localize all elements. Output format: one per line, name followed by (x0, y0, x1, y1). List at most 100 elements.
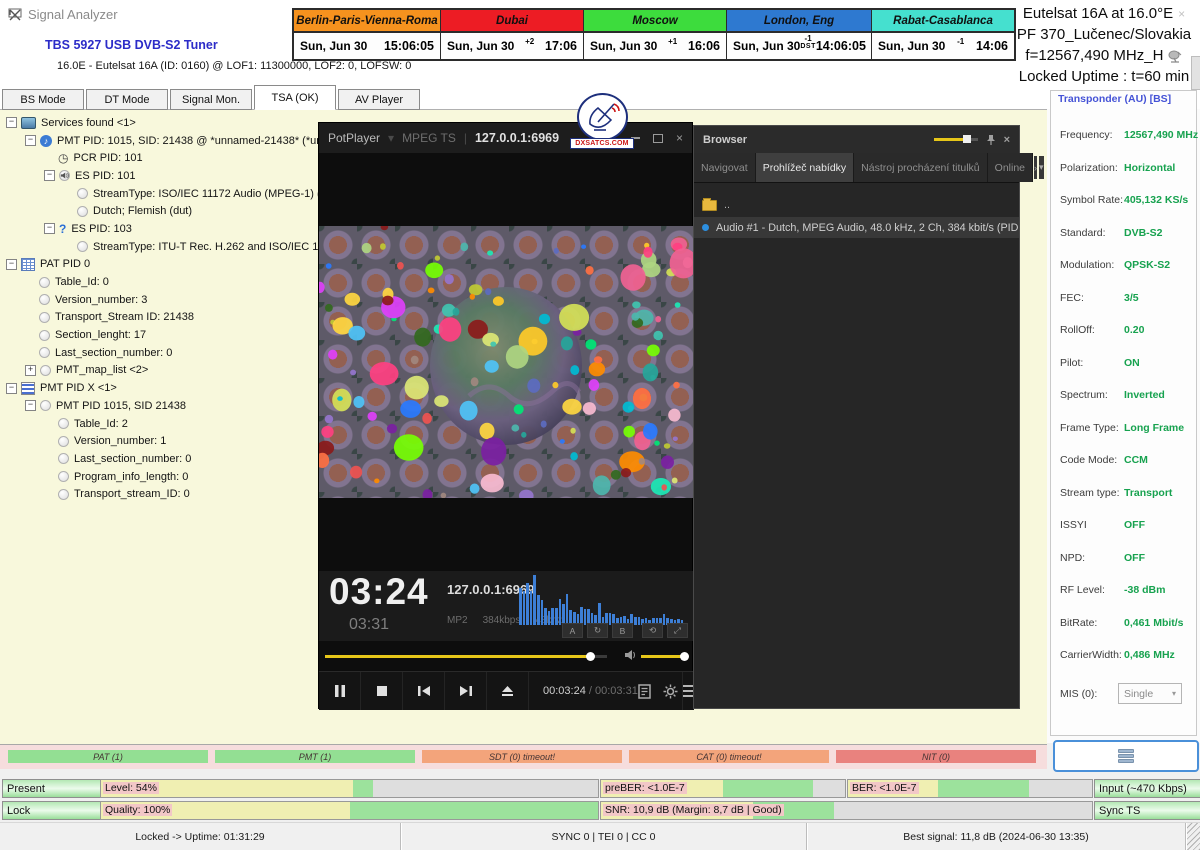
potplayer-titlebar[interactable]: PotPlayer ▾ MPEG TS | 127.0.0.1:6969 × (319, 123, 692, 153)
audio-track-item[interactable]: Audio #1 - Dutch, MPEG Audio, 48.0 kHz, … (694, 217, 1019, 238)
close-icon[interactable]: × (1178, 7, 1185, 21)
tab-bs-mode[interactable]: BS Mode (2, 89, 84, 110)
meter-fill (723, 780, 813, 797)
tree-item[interactable]: −♪PMT PID: 1015, SID: 21438 @ *unnamed-2… (4, 132, 318, 150)
loop-icon[interactable]: ⟲ (642, 623, 663, 638)
seek-thumb[interactable] (586, 652, 595, 661)
app-title-text: Signal Analyzer (28, 7, 118, 22)
gear-icon[interactable] (663, 684, 678, 699)
tree-item[interactable]: −PMT PID X <1> (4, 379, 318, 397)
tab-dt-mode[interactable]: DT Mode (86, 89, 168, 110)
clock-1: DubaiSun, Jun 30+217:06 (441, 10, 584, 59)
tree-item[interactable]: StreamType: ITU-T Rec. H.262 and ISO/IEC… (4, 238, 318, 256)
expand-toggle[interactable]: − (6, 259, 17, 270)
snr-meter: SNR: 10,9 dB (Margin: 8,7 dB | Good) (600, 801, 1093, 820)
tab-av-player[interactable]: AV Player (338, 89, 420, 110)
tree-item[interactable]: Transport_stream_ID: 0 (4, 485, 318, 503)
dot-icon (77, 188, 88, 199)
opacity-slider[interactable] (934, 135, 978, 144)
tab-signal-mon-[interactable]: Signal Mon. (170, 89, 252, 110)
tree-item[interactable]: Dutch; Flemish (dut) (4, 202, 318, 220)
tree-item[interactable]: Program_info_length: 0 (4, 468, 318, 486)
close-icon[interactable]: × (1004, 134, 1010, 146)
repeat-b-button[interactable]: B (612, 623, 633, 638)
clock-time-row: Sun, Jun 3015:06:05 (294, 33, 440, 59)
field-label: Stream type: (1060, 487, 1124, 499)
expand-toggle[interactable]: − (25, 135, 36, 146)
expand-toggle[interactable]: − (44, 223, 55, 234)
clock-date: Sun, Jun 30 (300, 39, 367, 53)
ts-tool-button[interactable] (1053, 740, 1199, 772)
previous-button[interactable] (403, 672, 445, 710)
field-value: 3/5 (1124, 292, 1139, 304)
dxsatcs-logo-circle (577, 93, 628, 141)
video-dot (653, 331, 663, 341)
field-label: Frequency: (1060, 129, 1124, 141)
tree-item[interactable]: −?ES PID: 103 (4, 220, 318, 238)
browser-tab-online[interactable]: Online (988, 153, 1033, 182)
playlist-icon[interactable] (638, 684, 651, 699)
browser-tab-n-stroj-proch-zen-titulk-[interactable]: Nástroj procházení titulků (854, 153, 987, 182)
repeat-toggle-icon[interactable]: ↻ (587, 623, 608, 638)
expand-toggle[interactable]: − (6, 117, 17, 128)
browser-titlebar[interactable]: Browser × (694, 126, 1019, 153)
close-icon[interactable]: × (676, 131, 683, 145)
scrollbar-fragment[interactable] (1191, 56, 1200, 90)
expand-toggle[interactable]: − (6, 383, 17, 394)
expand-toggle[interactable]: − (44, 170, 55, 181)
video-dot (541, 421, 547, 428)
chevron-down-icon[interactable]: ▾ (388, 131, 394, 145)
tree-item[interactable]: Table_Id: 2 (4, 415, 318, 433)
tab-list-icon[interactable]: ▾ (1039, 156, 1044, 179)
tree-item[interactable]: Version_number: 1 (4, 432, 318, 450)
spectrum-bar (530, 591, 533, 625)
maximize-icon[interactable] (653, 134, 663, 143)
browser-tab-navigovat[interactable]: Navigovat (694, 153, 756, 182)
video-frame[interactable] (319, 226, 694, 498)
tree-item[interactable]: −Services found <1> (4, 114, 318, 132)
tree-item[interactable]: Table_Id: 0 (4, 273, 318, 291)
pause-button[interactable] (319, 672, 361, 710)
video-dot (490, 342, 496, 347)
tree-item[interactable]: Section_lenght: 17 (4, 326, 318, 344)
tree-item[interactable]: Transport_Stream ID: 21438 (4, 309, 318, 327)
tree-item[interactable]: −PMT PID 1015, SID 21438 (4, 397, 318, 415)
tree-item[interactable]: ◷PCR PID: 101 (4, 149, 318, 167)
resize-grip[interactable] (1187, 823, 1200, 850)
folder-up-item[interactable]: .. (694, 195, 1019, 215)
tree-item[interactable]: StreamType: ISO/IEC 11172 Audio (MPEG-1)… (4, 185, 318, 203)
video-dot (445, 274, 454, 284)
tab-scroll-right-icon[interactable]: › (1034, 156, 1037, 179)
video-dot (664, 443, 671, 448)
dot-icon (58, 436, 69, 447)
stop-button[interactable] (361, 672, 403, 710)
eject-button[interactable] (487, 672, 529, 710)
spectrum-bar (566, 594, 569, 625)
meter-label: Level: 54% (103, 782, 159, 794)
tree-item[interactable]: Last_section_number: 0 (4, 450, 318, 468)
tab-tsa-ok-[interactable]: TSA (OK) (254, 85, 336, 110)
expand-toggle[interactable]: − (25, 400, 36, 411)
tree-item-label: Dutch; Flemish (dut) (93, 205, 192, 217)
next-button[interactable] (445, 672, 487, 710)
pin-icon[interactable] (986, 134, 996, 145)
tree-item-label: PMT_map_list <2> (56, 364, 148, 376)
browser-tab-prohl-e-nab-dky[interactable]: Prohlížeč nabídky (756, 153, 854, 182)
tree-item[interactable]: −ES PID: 101 (4, 167, 318, 185)
mis-select[interactable]: Single ▾ (1118, 683, 1182, 704)
video-dot (586, 266, 594, 275)
tree-item[interactable]: + PMT_map_list <2> (4, 362, 318, 380)
tree-item[interactable]: Last_section_number: 0 (4, 344, 318, 362)
repeat-a-button[interactable]: A (562, 623, 583, 638)
video-dot (621, 264, 646, 291)
tree-item[interactable]: Version_number: 3 (4, 291, 318, 309)
speaker-icon[interactable] (624, 649, 637, 661)
video-dot (561, 336, 573, 350)
tree-item[interactable]: −PAT PID 0 (4, 256, 318, 274)
time-display: 00:03:24 / 00:03:31 (543, 685, 638, 697)
audio-track-label: Audio #1 - Dutch, MPEG Audio, 48.0 kHz, … (716, 222, 1019, 234)
expand-toggle[interactable]: + (25, 365, 36, 376)
volume-thumb[interactable] (680, 652, 689, 661)
tree-item-label: Table_Id: 0 (55, 276, 109, 288)
expand-icon[interactable]: ⤢ (667, 623, 688, 638)
